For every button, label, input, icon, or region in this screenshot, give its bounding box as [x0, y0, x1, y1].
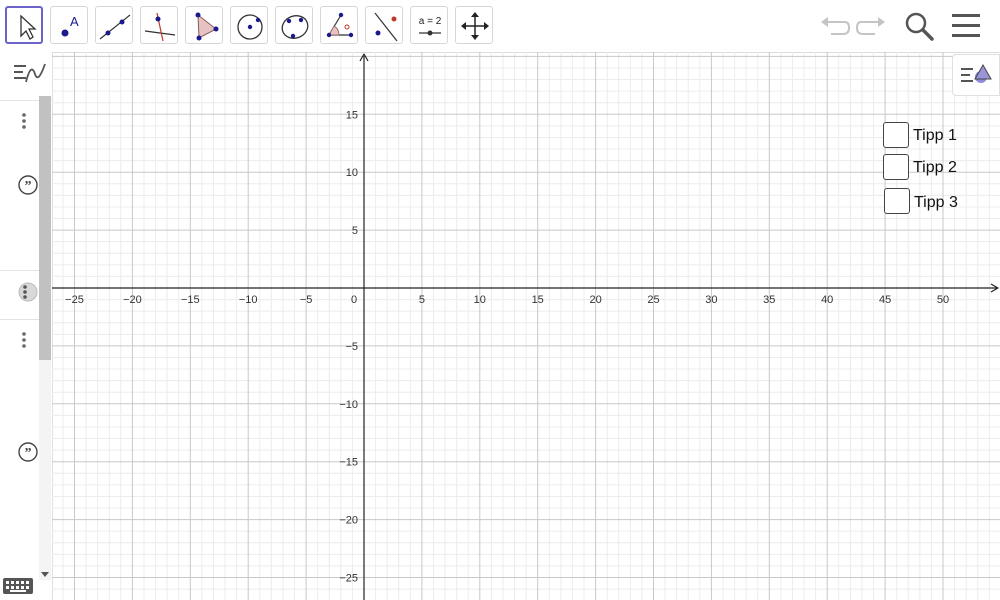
x-tick-label: 40 [821, 294, 833, 306]
y-tick-label: −10 [339, 399, 358, 411]
slider-tool[interactable]: a = 2 [410, 6, 448, 44]
move-tool[interactable] [5, 6, 43, 44]
svg-text:A: A [70, 14, 79, 29]
search-icon [905, 12, 934, 41]
scroll-down-icon[interactable] [39, 569, 51, 579]
y-tick-label: 5 [352, 225, 358, 237]
x-tick-label: 0 [351, 294, 357, 306]
line-tool[interactable] [95, 6, 133, 44]
reflect-about-line-tool[interactable] [365, 6, 403, 44]
svg-text:”: ” [25, 179, 32, 194]
algebra-scrollbar-thumb[interactable] [39, 96, 51, 360]
y-axis-tick-labels: 15 10 5 −5 −10 −15 −20 −25 [339, 109, 358, 584]
undo-icon [821, 17, 851, 35]
polygon-icon [195, 12, 219, 41]
x-tick-label: −5 [300, 294, 313, 306]
perpendicular-line-icon [144, 12, 176, 42]
checkbox-label-tipp-1[interactable]: Tipp 1 [913, 127, 957, 145]
checkbox-label-tipp-2[interactable]: Tipp 2 [913, 159, 957, 177]
main-menu-button[interactable] [948, 8, 984, 44]
minor-grid [52, 52, 1000, 600]
x-tick-label: 5 [419, 294, 425, 306]
x-tick-label: −15 [181, 294, 200, 306]
move-graphics-view-tool[interactable] [455, 6, 493, 44]
x-tick-label: 50 [937, 294, 949, 306]
slider-tool-label: a = 2 [419, 16, 442, 27]
point-icon: A [61, 14, 79, 37]
axes [52, 53, 999, 600]
search-button[interactable] [901, 8, 937, 44]
checkbox-tipp-2[interactable] [883, 154, 909, 180]
algebra-item-divider [0, 319, 39, 320]
more-vertical-icon[interactable] [16, 112, 32, 132]
checkbox-label-tipp-3[interactable]: Tipp 3 [914, 194, 958, 212]
x-tick-label: 25 [647, 294, 659, 306]
arrow-cursor-icon [20, 14, 37, 40]
graphics-stylebar-button[interactable] [952, 54, 1000, 96]
move-arrows-icon [461, 12, 489, 40]
y-tick-label: −15 [339, 457, 358, 469]
slider-icon: a = 2 [419, 16, 442, 36]
graphics-view[interactable]: −25 −20 −15 −10 −5 0 5 10 15 20 25 30 35 40 45 50 15 10 5… [52, 52, 1000, 600]
angle-tool[interactable] [320, 6, 358, 44]
redo-button[interactable] [853, 8, 889, 44]
x-tick-label: 45 [879, 294, 891, 306]
y-tick-label: −5 [345, 341, 358, 353]
x-tick-label: 15 [532, 294, 544, 306]
algebra-stylebar-button[interactable] [10, 54, 50, 94]
x-tick-label: −10 [239, 294, 258, 306]
y-tick-label: −20 [339, 515, 358, 527]
menu-icon [952, 14, 980, 37]
redo-icon [855, 17, 885, 35]
checkbox-tipp-3[interactable] [884, 188, 910, 214]
svg-text:”: ” [25, 446, 32, 461]
quote-icon[interactable]: ” [17, 174, 39, 196]
y-tick-label: 15 [346, 109, 358, 121]
more-vertical-icon[interactable] [16, 331, 32, 351]
toolbar: A a = 2 [0, 0, 1000, 53]
polygon-tool[interactable] [185, 6, 223, 44]
reflect-icon [374, 12, 398, 42]
perpendicular-line-tool[interactable] [140, 6, 178, 44]
angle-icon [326, 12, 354, 38]
x-tick-label: 10 [474, 294, 486, 306]
quote-icon[interactable]: ” [17, 441, 39, 463]
y-tick-label: 10 [346, 167, 358, 179]
checkbox-tipp-1[interactable] [883, 122, 909, 148]
keyboard-icon[interactable] [2, 576, 34, 596]
x-tick-label: −25 [65, 294, 84, 306]
conic-through-points-tool[interactable] [275, 6, 313, 44]
conic-icon [281, 15, 309, 39]
x-tick-label: −20 [123, 294, 142, 306]
circle-center-point-tool[interactable] [230, 6, 268, 44]
line-icon [99, 14, 131, 40]
visibility-toggle-icon[interactable] [17, 281, 39, 303]
x-tick-label: 30 [705, 294, 717, 306]
graphics-stylebar-icon [961, 63, 992, 83]
algebra-item-divider [0, 270, 39, 271]
x-tick-label: 35 [763, 294, 775, 306]
undo-button[interactable] [817, 8, 853, 44]
y-tick-label: −25 [339, 573, 358, 585]
algebra-stylebar-icon [14, 63, 46, 83]
point-tool[interactable]: A [50, 6, 88, 44]
x-tick-label: 20 [589, 294, 601, 306]
circle-icon [237, 14, 263, 40]
